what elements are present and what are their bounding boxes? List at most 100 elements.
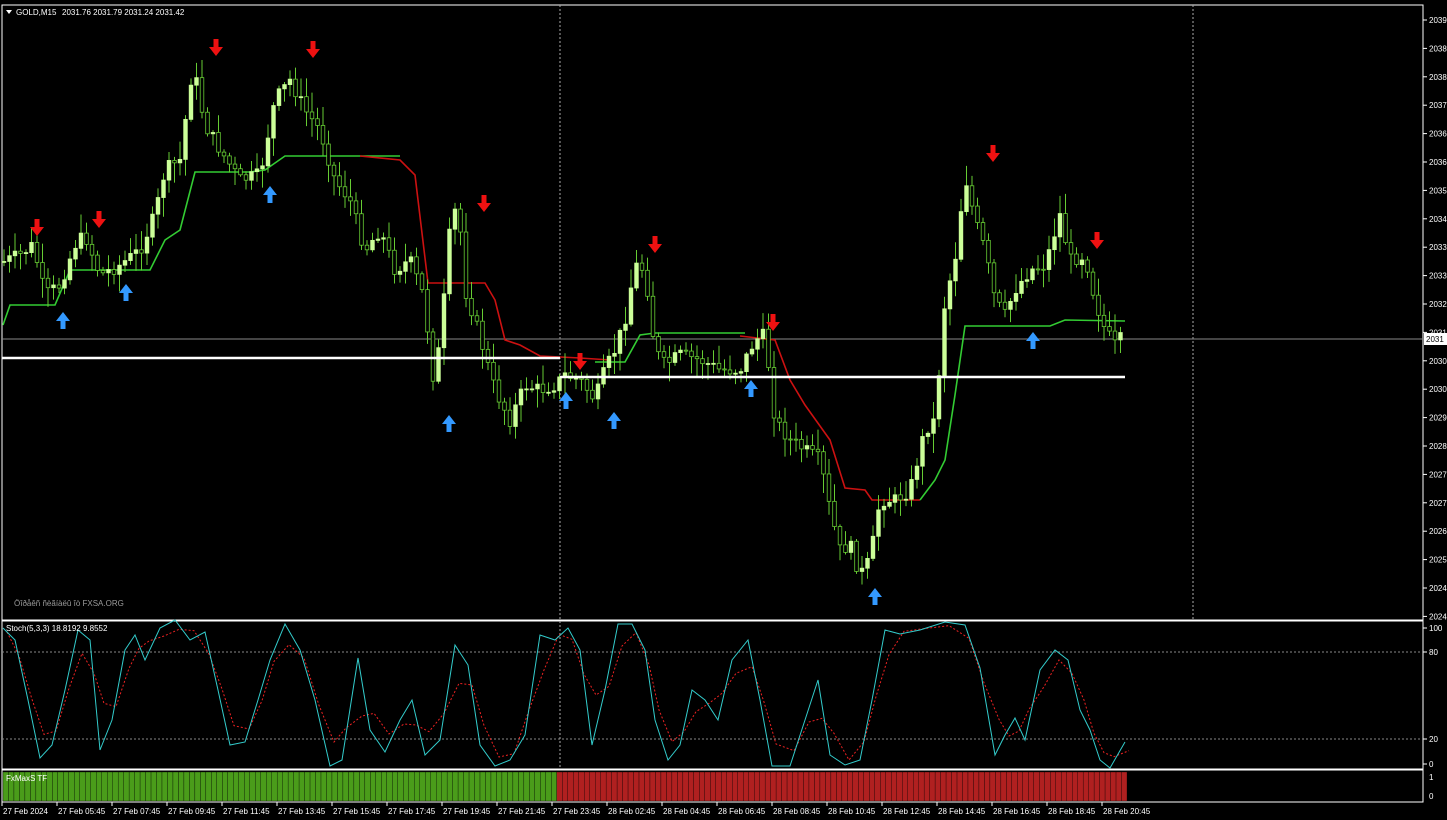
tf-bar <box>814 771 821 802</box>
tf-bar <box>956 771 963 802</box>
tf-bar <box>479 771 486 802</box>
candle-body <box>892 494 898 503</box>
candle-body <box>56 284 62 289</box>
tf-bar <box>819 771 826 802</box>
candle-body <box>447 228 452 295</box>
candle-body <box>62 279 67 289</box>
tf-bar <box>967 771 974 802</box>
candle-body <box>430 331 436 382</box>
time-tick-label: 27 Feb 21:45 <box>498 807 546 816</box>
candle-body <box>1096 294 1101 316</box>
candle-body <box>436 347 441 382</box>
candle-body <box>931 418 936 434</box>
candle-body <box>716 362 722 370</box>
candle-body <box>188 84 194 120</box>
tf-bar <box>337 771 344 802</box>
tf-bar <box>205 771 212 802</box>
tf-bar <box>671 771 678 802</box>
tf-bar <box>326 771 333 802</box>
price-tick-label: 2035 <box>1429 186 1447 195</box>
stoch-tick-label: 80 <box>1429 648 1438 657</box>
candle-body <box>496 379 502 403</box>
tf-bar <box>880 771 886 802</box>
tf-bar <box>255 771 261 802</box>
stoch-label: Stoch(5,3,3) 18.8192 9.8552 <box>6 624 108 633</box>
tf-bar <box>1110 771 1117 802</box>
tf-bar <box>578 771 585 802</box>
candle-body <box>991 262 997 294</box>
time-tick-label: 28 Feb 14:45 <box>938 807 986 816</box>
candle-body <box>837 526 843 546</box>
candle-body <box>848 540 854 553</box>
tf-bar <box>885 771 892 802</box>
tf-bar <box>304 771 311 802</box>
candle-body <box>111 269 117 275</box>
tf-bar <box>605 771 612 802</box>
tf-bar <box>562 771 568 802</box>
tf-label: FxMaxS TF <box>6 774 47 783</box>
tf-bar <box>96 771 102 802</box>
chart-header-ohlc: 2031.76 2031.79 2031.24 2031.42 <box>62 8 185 17</box>
candle-body <box>293 78 298 98</box>
tf-bar <box>858 771 864 802</box>
candle-body <box>1035 268 1041 271</box>
tf-bar <box>589 771 596 802</box>
candle-body <box>166 160 172 181</box>
tf-bar <box>227 771 234 802</box>
candle-body <box>238 168 243 176</box>
tf-bar <box>1011 771 1018 802</box>
tf-bar <box>315 771 322 802</box>
candle-body <box>529 388 535 391</box>
tf-bar <box>655 771 662 802</box>
candle-body <box>331 164 337 177</box>
candle-body <box>133 249 139 254</box>
tf-bar <box>408 771 415 802</box>
tf-bar <box>271 771 278 802</box>
time-tick-label: 27 Feb 19:45 <box>443 807 491 816</box>
candle-body <box>810 445 815 450</box>
tf-bar <box>841 771 848 802</box>
candle-body <box>18 250 23 254</box>
stoch-tick-label: 0 <box>1429 760 1434 769</box>
candle-body <box>117 264 122 275</box>
candle-body <box>678 349 683 353</box>
tf-bar <box>331 771 338 802</box>
tf-bar <box>638 771 645 802</box>
candle-body <box>67 258 73 281</box>
tf-bar <box>1072 771 1078 802</box>
chart-svg[interactable]: GOLD,M15 2031.76 2031.79 2031.24 2031.42… <box>0 0 1447 820</box>
candle-body <box>859 567 865 572</box>
time-tick-label: 27 Feb 23:45 <box>553 807 601 816</box>
tf-bar <box>540 771 546 802</box>
candle-body <box>865 558 870 569</box>
candle-body <box>722 368 727 371</box>
tf-bar <box>419 771 426 802</box>
tf-bar <box>276 771 283 802</box>
candle-body <box>755 338 760 350</box>
candle-body <box>881 505 887 511</box>
tf-tick-label: 1 <box>1429 773 1434 782</box>
price-tick-label: 2026 <box>1429 527 1447 536</box>
tf-bar <box>474 771 481 802</box>
candle-body <box>760 328 766 340</box>
tf-bar <box>167 771 174 802</box>
candle-body <box>1101 314 1107 327</box>
candle-body <box>843 544 848 553</box>
tf-bar <box>775 771 782 802</box>
tf-bar <box>342 771 349 802</box>
chart-header-symbol: GOLD,M15 <box>16 8 57 17</box>
candle-body <box>51 284 56 289</box>
candle-body <box>1118 332 1123 341</box>
candle-body <box>276 88 282 106</box>
candle-body <box>612 352 617 357</box>
candle-body <box>733 372 738 375</box>
candle-body <box>177 158 183 164</box>
tf-bar <box>90 771 97 802</box>
time-tick-label: 28 Feb 18:45 <box>1048 807 1096 816</box>
tf-bar <box>995 771 1002 802</box>
candle-body <box>95 254 100 271</box>
candle-body <box>29 242 34 253</box>
tf-bar <box>704 771 711 802</box>
tf-bar <box>863 771 870 802</box>
candle-body <box>1068 242 1074 255</box>
